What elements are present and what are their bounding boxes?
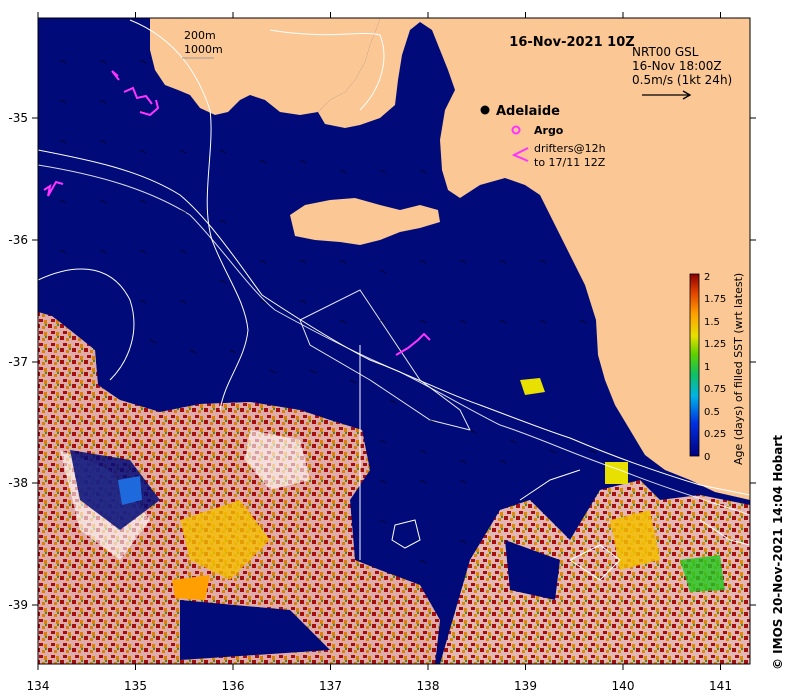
argo-label: Argo <box>534 124 564 137</box>
adelaide-marker <box>480 105 490 115</box>
lat-tick-label: -38 <box>8 476 28 490</box>
colorbar-tick: 2 <box>704 272 710 283</box>
lon-tick-label: 134 <box>27 679 50 693</box>
lon-tick-label: 140 <box>612 679 635 693</box>
adelaide-label: Adelaide <box>496 104 560 119</box>
product-line: 16-Nov 18:00Z <box>632 59 722 73</box>
colorbar-tick: 1.75 <box>704 294 726 305</box>
sst-age-map: 134 135 136 137 138 139 140 141 -35 -36 … <box>8 12 785 693</box>
colorbar-tick: 1.5 <box>704 317 720 328</box>
contour-label-200m: 200m <box>184 29 216 42</box>
lon-tick-label: 138 <box>417 679 440 693</box>
lon-tick-label: 136 <box>222 679 245 693</box>
lon-tick-label: 135 <box>124 679 147 693</box>
lat-tick-label: -37 <box>8 355 28 369</box>
colorbar-tick: 1 <box>704 362 710 373</box>
colorbar-tick: 0.5 <box>704 407 720 418</box>
lat-tick-label: -35 <box>8 111 28 125</box>
contour-label-1000m: 1000m <box>184 43 223 56</box>
lon-tick-label: 139 <box>514 679 537 693</box>
colorbar-tick: 0 <box>704 452 710 463</box>
map-date-title: 16-Nov-2021 10Z <box>509 35 634 50</box>
drifter-label: drifters@12h <box>534 142 606 155</box>
drifter-label: to 17/11 12Z <box>534 156 606 169</box>
imos-credit: © IMOS 20-Nov-2021 14:04 Hobart <box>771 435 785 670</box>
product-line: 0.5m/s (1kt 24h) <box>632 73 732 87</box>
lon-tick-label: 137 <box>319 679 342 693</box>
lat-tick-label: -36 <box>8 233 28 247</box>
colorbar-gradient <box>689 273 700 457</box>
colorbar-tick: 0.75 <box>704 384 726 395</box>
colorbar-title: Age (days) of filled SST (wrt latest) <box>732 273 745 465</box>
lat-tick-label: -39 <box>8 598 28 612</box>
product-line: NRT00 GSL <box>632 45 699 59</box>
colorbar-tick: 1.25 <box>704 339 726 350</box>
colorbar-tick: 0.25 <box>704 429 726 440</box>
lon-tick-label: 141 <box>709 679 732 693</box>
